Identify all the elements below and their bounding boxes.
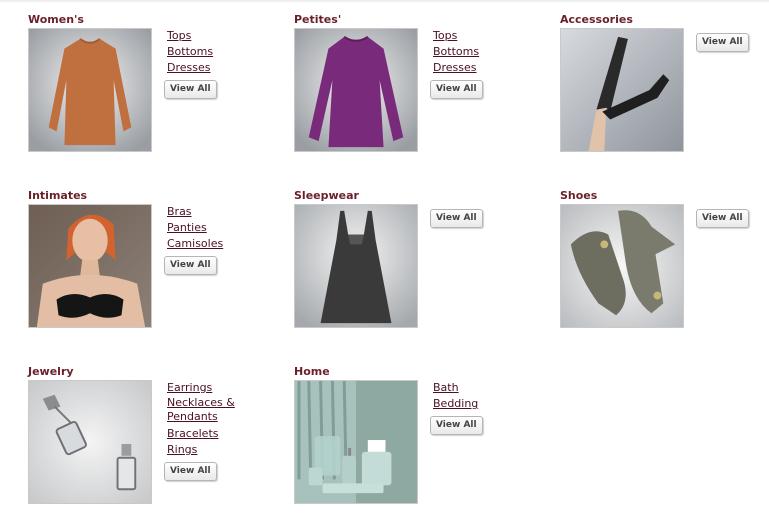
link-bras[interactable]: Bras [167,204,277,220]
link-bottoms[interactable]: Bottoms [167,44,277,60]
link-tops[interactable]: Tops [167,28,277,44]
category-title: Women's [28,13,84,26]
link-camisoles[interactable]: Camisoles [167,236,277,252]
link-necklaces[interactable]: Necklaces & [167,396,277,410]
womens-image[interactable] [28,28,152,152]
link-rings[interactable]: Rings [167,442,277,458]
category-title: Shoes [560,189,598,202]
category-title: Accessories [560,13,633,26]
category-title: Sleepwear [294,189,359,202]
view-all-button[interactable]: View All [430,80,483,99]
intimates-image[interactable] [28,204,152,328]
view-all-button[interactable]: View All [696,33,749,52]
link-bracelets[interactable]: Bracelets [167,426,277,442]
view-all-button[interactable]: View All [164,462,217,481]
category-title: Home [294,365,330,378]
category-title: Petites' [294,13,342,26]
link-bath[interactable]: Bath [433,380,543,396]
home-image[interactable] [294,380,418,504]
view-all-button[interactable]: View All [164,80,217,99]
shoes-image[interactable] [560,204,684,328]
link-dresses[interactable]: Dresses [167,60,277,76]
link-bottoms[interactable]: Bottoms [433,44,543,60]
view-all-button[interactable]: View All [696,209,749,228]
link-dresses[interactable]: Dresses [433,60,543,76]
jewelry-image[interactable] [28,380,152,504]
petites-image[interactable] [294,28,418,152]
link-pendants[interactable]: Pendants [167,410,277,424]
view-all-button[interactable]: View All [430,416,483,435]
top-divider [0,0,769,3]
link-earrings[interactable]: Earrings [167,380,277,396]
link-panties[interactable]: Panties [167,220,277,236]
sleepwear-image[interactable] [294,204,418,328]
view-all-button[interactable]: View All [430,209,483,228]
accessories-image[interactable] [560,28,684,152]
link-tops[interactable]: Tops [433,28,543,44]
category-title: Intimates [28,189,88,202]
category-title: Jewelry [28,365,74,378]
link-bedding[interactable]: Bedding [433,396,543,412]
view-all-button[interactable]: View All [164,256,217,275]
